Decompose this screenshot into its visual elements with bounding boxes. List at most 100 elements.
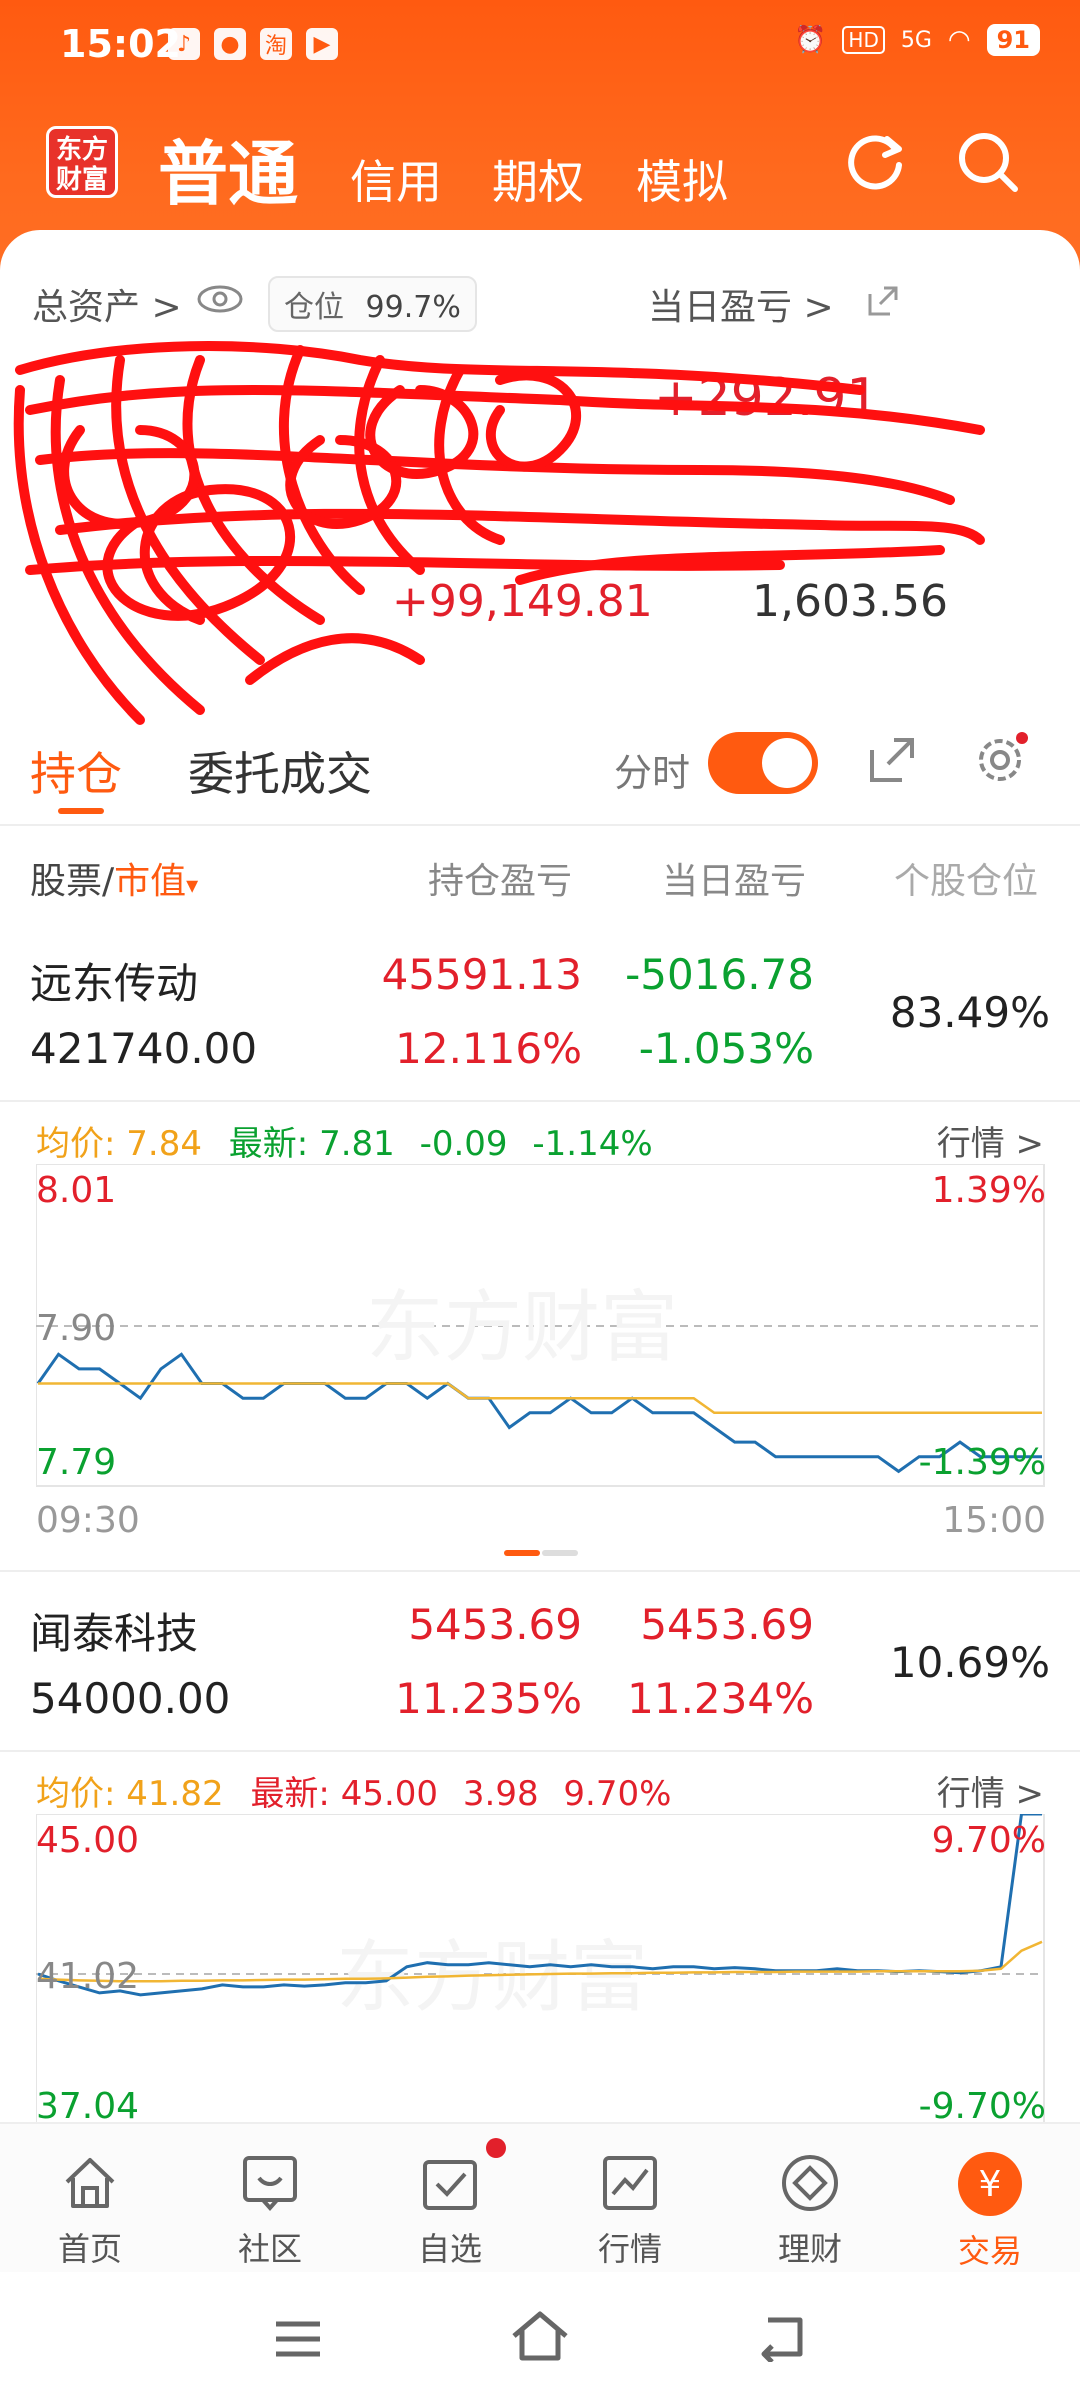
export-icon[interactable] — [866, 734, 918, 786]
logo-text-2: 财富 — [55, 165, 108, 195]
battery-icon: 91 — [986, 24, 1040, 56]
watchlist-icon — [423, 2160, 477, 2210]
stock-2-pct-top: 9.70% — [931, 1820, 1046, 1861]
sort-icon: ▾ — [186, 871, 199, 899]
stock-2-y-top: 45.00 — [36, 1820, 140, 1861]
tab-holdings[interactable]: 持仓 — [30, 738, 122, 804]
pager-dot-active — [504, 1550, 540, 1556]
nav-wealth-label: 理财 — [777, 2230, 842, 2268]
divider — [0, 1570, 1080, 1572]
refresh-icon — [848, 135, 902, 190]
nav-wealth[interactable]: 理财 — [720, 2124, 900, 2274]
stock-2-quote-link[interactable]: 行情 > — [937, 1766, 1044, 1815]
home-icon — [65, 2158, 115, 2208]
divider — [0, 824, 1080, 826]
share-icon[interactable] — [864, 282, 902, 320]
tab-holdings-indicator — [58, 808, 104, 814]
hd-icon: HD — [842, 26, 885, 54]
stock-1-y-top: 8.01 — [36, 1170, 117, 1211]
col-holding-pnl[interactable]: 持仓盈亏 — [428, 852, 572, 904]
avg-label: 均价: — [36, 1124, 116, 1164]
search-icon — [959, 133, 1018, 192]
wifi-icon: ◠ — [947, 25, 971, 55]
nav-home[interactable]: 首页 — [0, 2124, 180, 2274]
stock-2-y-bottom: 37.04 — [36, 2086, 140, 2127]
nav-market-label: 行情 — [597, 2230, 662, 2268]
redaction-scribble — [13, 341, 985, 725]
nav-watchlist-label: 自选 — [417, 2230, 482, 2268]
col-market-value-label: 市值 — [114, 861, 187, 902]
stock-2-pct-bottom: -9.70% — [918, 2086, 1046, 2127]
refresh-button[interactable] — [838, 124, 914, 200]
nav-trade[interactable]: ¥ 交易 — [900, 2124, 1080, 2274]
last-label: 最新: — [250, 1774, 330, 1814]
video-icon: ▶ — [306, 28, 338, 60]
stock-1-quote-link[interactable]: 行情 > — [937, 1116, 1044, 1165]
divider — [0, 1750, 1080, 1752]
stock-2-position: 10.69% — [889, 1638, 1050, 1687]
nav-community[interactable]: 社区 — [180, 2124, 360, 2274]
last-value: 7.81 — [319, 1124, 395, 1164]
avg-value: 7.84 — [126, 1124, 202, 1164]
avg-value: 41.82 — [126, 1774, 224, 1814]
stock-2-name[interactable]: 闻泰科技 — [30, 1600, 198, 1661]
fenshi-toggle[interactable] — [708, 732, 818, 794]
toggle-knob — [762, 738, 812, 788]
tab-credit[interactable]: 信用 — [350, 146, 442, 212]
stock-1-daily-pnl: -5016.78 — [625, 950, 814, 999]
stock-1-x-start: 09:30 — [36, 1500, 140, 1541]
bottom-nav: 首页 社区 自选 行情 理财 ¥ 交易 — [0, 2122, 1080, 2272]
tab-orders[interactable]: 委托成交 — [188, 738, 372, 804]
stock-1-name[interactable]: 远东传动 — [30, 950, 198, 1011]
avg-label: 均价: — [36, 1774, 116, 1814]
stock-2-daily-pnl-pct: 11.234% — [627, 1674, 814, 1723]
alarm-icon: ⏰ — [794, 25, 827, 55]
stock-1-x-end: 15:00 — [942, 1500, 1046, 1541]
stock-2-market-value: 54000.00 — [30, 1674, 231, 1723]
tab-options[interactable]: 期权 — [492, 146, 584, 212]
stock-1-intraday-chart[interactable]: 东方财富 — [36, 1164, 1046, 1494]
stock-1-quote-row: 均价: 7.84 最新: 7.81 -0.09 -1.14% — [36, 1116, 653, 1165]
watermark: 东方财富 — [366, 1283, 678, 1373]
tiktok-icon: ♪ — [168, 28, 200, 60]
back-icon[interactable] — [754, 2312, 810, 2362]
last-value: 45.00 — [340, 1774, 439, 1814]
change-pct: -1.14% — [532, 1124, 653, 1164]
logo-text-1: 东方 — [55, 135, 108, 165]
last-label: 最新: — [228, 1124, 309, 1164]
change-value: 3.98 — [462, 1774, 539, 1814]
trade-icon: ¥ — [958, 2152, 1022, 2216]
stock-1-pct-bottom: -1.39% — [918, 1442, 1046, 1483]
system-nav-bar — [0, 2272, 1080, 2404]
col-daily-pnl[interactable]: 当日盈亏 — [662, 852, 806, 904]
stock-2-y-mid: 41.02 — [36, 1956, 140, 1997]
change-pct: 9.70% — [563, 1774, 672, 1814]
fenshi-label: 分时 — [614, 751, 691, 795]
col-stock-header[interactable]: 股票/市值▾ — [30, 852, 198, 904]
stock-2-intraday-chart[interactable]: 东方财富 — [36, 1814, 1046, 2134]
stock-1-y-bottom: 7.79 — [36, 1442, 117, 1483]
search-button[interactable] — [950, 124, 1026, 200]
taobao-icon: 淘 — [260, 28, 292, 60]
pager-dot — [542, 1550, 578, 1556]
message-icon: ● — [214, 28, 246, 60]
nav-market[interactable]: 行情 — [540, 2124, 720, 2274]
col-position[interactable]: 个股仓位 — [894, 852, 1038, 904]
divider — [0, 1100, 1080, 1102]
stock-2-daily-pnl: 5453.69 — [640, 1600, 814, 1649]
nav-trade-label: 交易 — [957, 2232, 1022, 2270]
tab-simulated[interactable]: 模拟 — [636, 146, 728, 212]
nav-watchlist[interactable]: 自选 — [360, 2124, 540, 2274]
menu-icon[interactable] — [270, 2316, 326, 2362]
stock-2-quote-row: 均价: 41.82 最新: 45.00 3.98 9.70% — [36, 1766, 671, 1815]
home-system-icon[interactable] — [508, 2308, 572, 2364]
status-right: ⏰ HD 5G ◠ 91 — [794, 24, 1040, 56]
stock-2-holding-pnl-pct: 11.235% — [395, 1674, 582, 1723]
eye-icon[interactable] — [196, 282, 244, 316]
market-icon — [603, 2156, 657, 2210]
stock-1-holding-pnl-pct: 12.116% — [395, 1024, 582, 1073]
tab-normal[interactable]: 普通 — [158, 118, 298, 219]
nav-home-label: 首页 — [57, 2230, 122, 2268]
stock-2-holding-pnl: 5453.69 — [408, 1600, 582, 1649]
stock-1-daily-pnl-pct: -1.053% — [638, 1024, 814, 1073]
